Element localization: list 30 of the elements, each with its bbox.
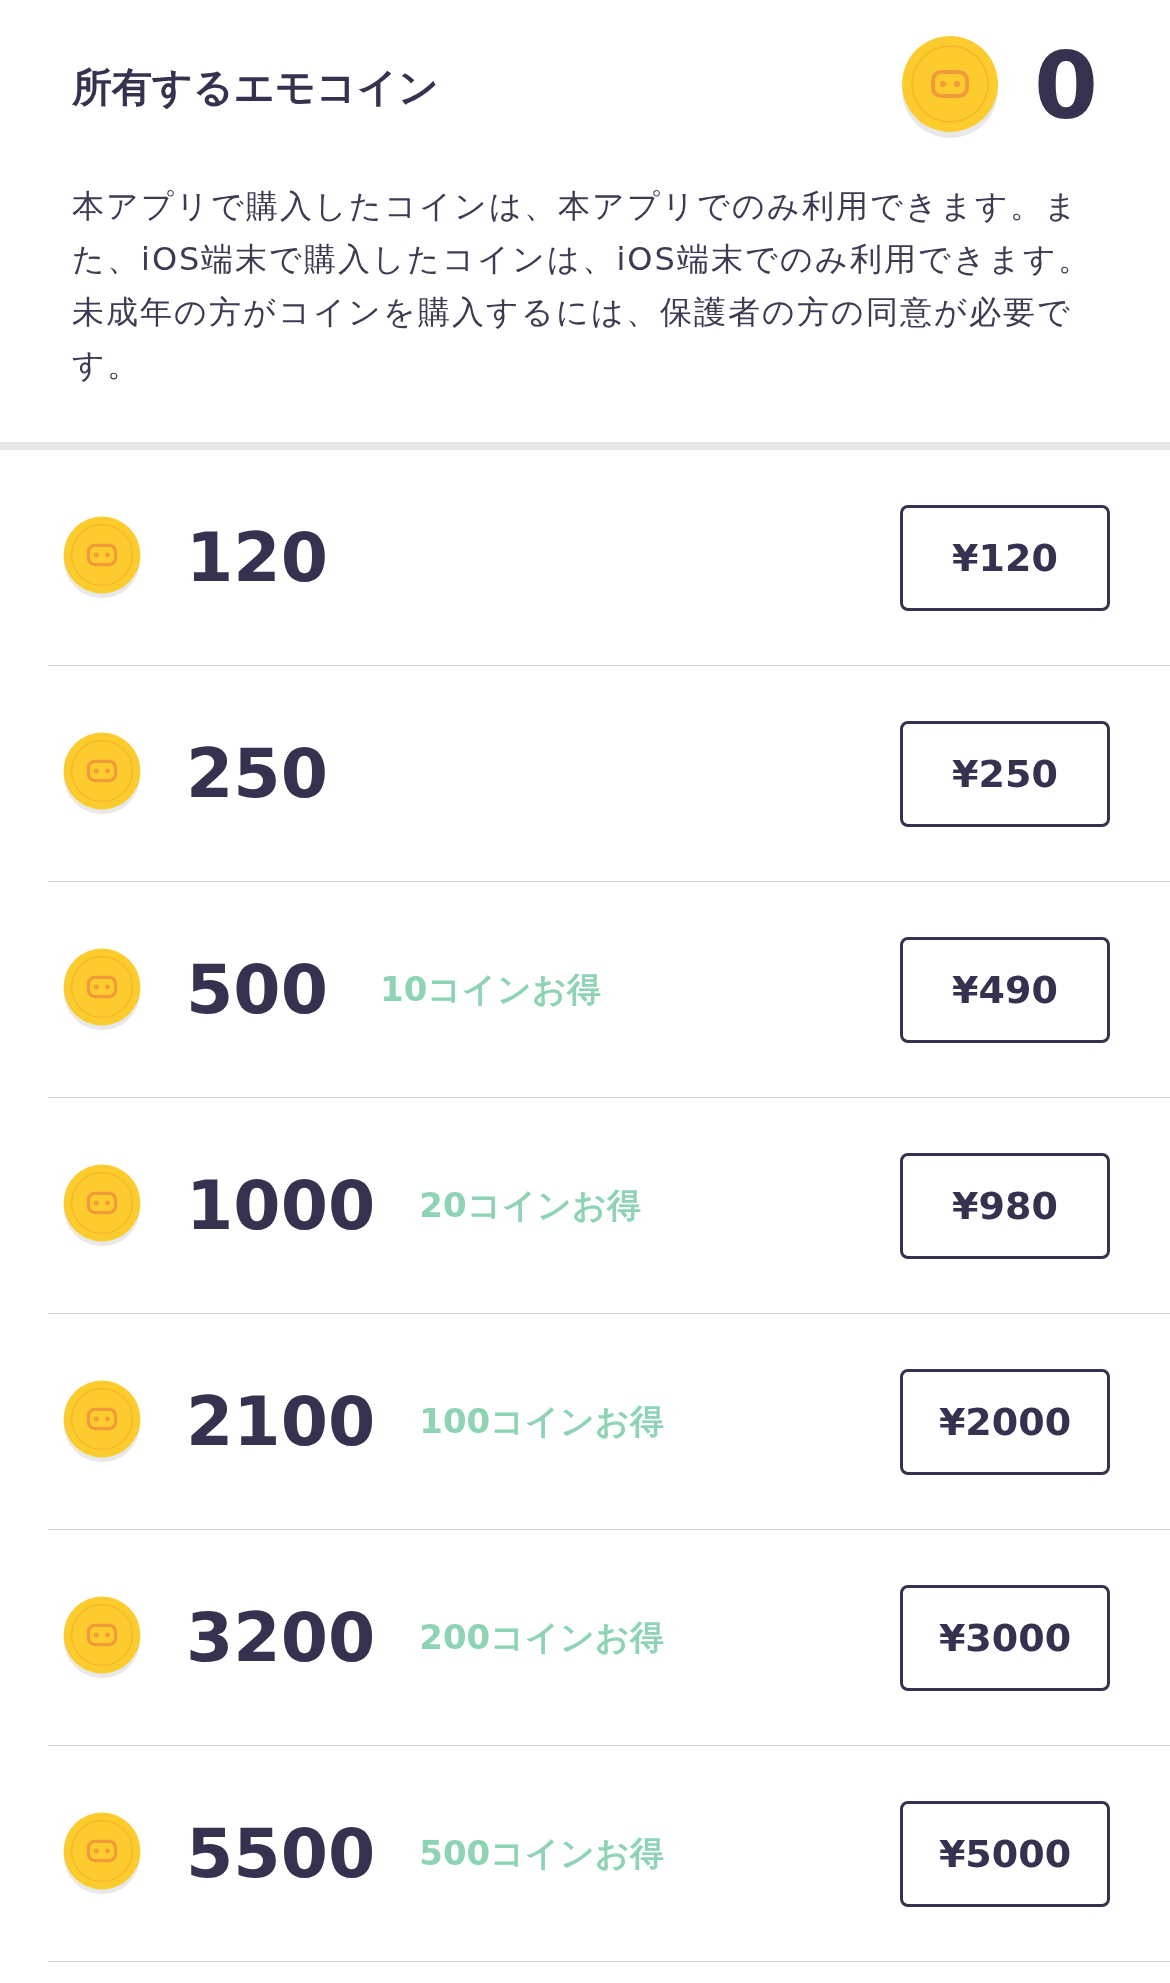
price-button[interactable]: ¥250 bbox=[900, 720, 1110, 827]
coin-amount: 500 bbox=[186, 950, 329, 1029]
coin-icon bbox=[62, 1163, 142, 1248]
coin-balance: 0 bbox=[1034, 41, 1098, 133]
coin-amount: 120 bbox=[186, 518, 329, 597]
price-button[interactable]: ¥5000 bbox=[900, 1800, 1110, 1907]
bonus-label: 500コインお得 bbox=[419, 1831, 665, 1875]
coin-icon bbox=[62, 515, 142, 600]
coin-icon bbox=[62, 947, 142, 1032]
coin-amount: 5500 bbox=[186, 1814, 376, 1893]
price-button[interactable]: ¥120 bbox=[900, 504, 1110, 611]
section-title: 所有するエモコイン bbox=[72, 62, 439, 112]
bonus-label: 20コインお得 bbox=[419, 1183, 641, 1227]
coin-amount: 250 bbox=[186, 734, 329, 813]
price-button[interactable]: ¥2000 bbox=[900, 1368, 1110, 1475]
coin-icon bbox=[62, 1811, 142, 1896]
coin-icon bbox=[900, 34, 1000, 140]
bonus-label: 100コインお得 bbox=[419, 1399, 665, 1443]
notice-text: 本アプリで購入したコインは、本アプリでのみ利用できます。また、iOS端末で購入したコインは、iOS端末でのみ利用できます。未成年の方がコインを購入するには、保護者の方の同意が必要です。 bbox=[72, 186, 1093, 386]
price-button[interactable]: ¥3000 bbox=[900, 1584, 1110, 1691]
coin-icon bbox=[62, 731, 142, 816]
price-button[interactable]: ¥980 bbox=[900, 1152, 1110, 1259]
coin-amount: 3200 bbox=[186, 1598, 376, 1677]
price-button[interactable]: ¥490 bbox=[900, 936, 1110, 1043]
coin-icon bbox=[62, 1379, 142, 1464]
coin-amount: 2100 bbox=[186, 1382, 376, 1461]
bonus-label: 200コインお得 bbox=[419, 1615, 665, 1659]
coin-amount: 1000 bbox=[186, 1166, 376, 1245]
coin-icon bbox=[62, 1595, 142, 1680]
bonus-label: 10コインお得 bbox=[380, 967, 602, 1011]
